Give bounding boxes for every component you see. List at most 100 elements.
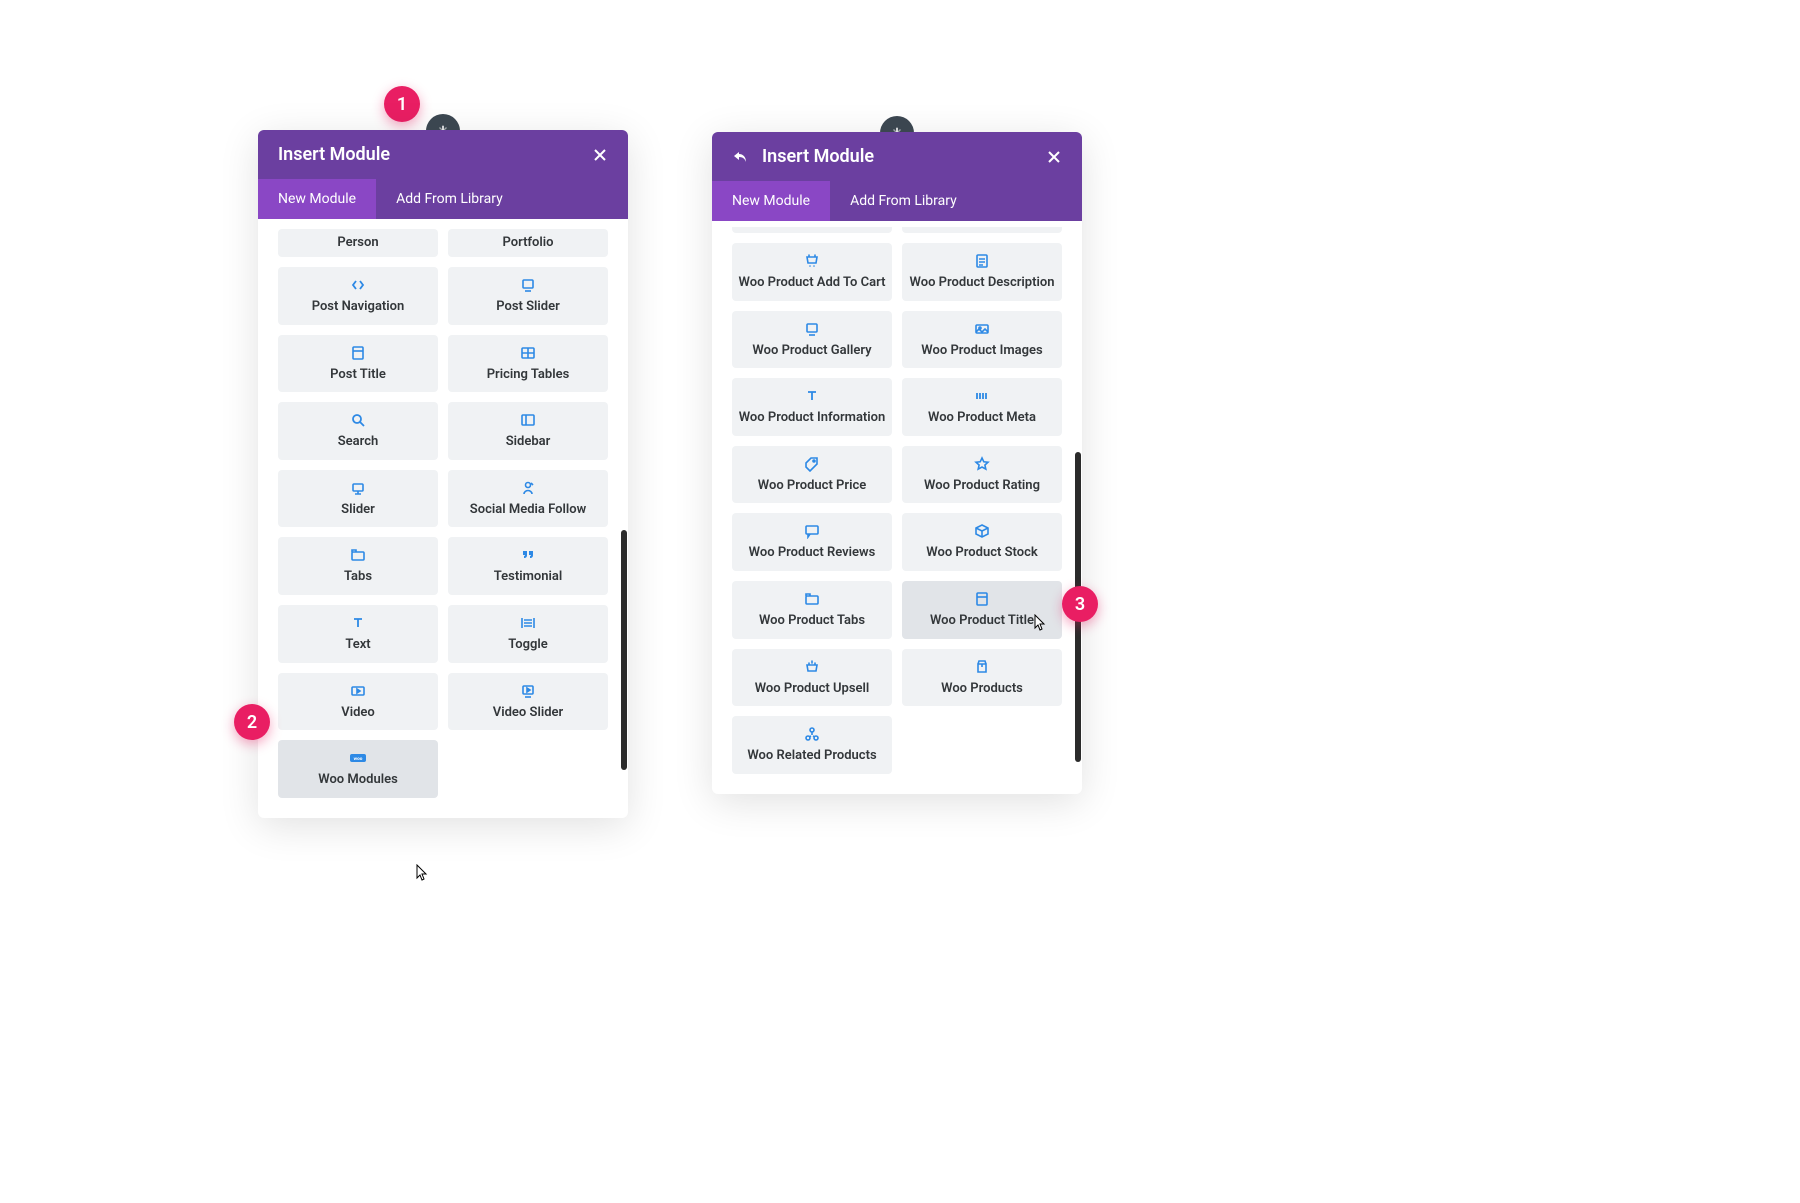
panel-header: Insert Module New Module Add From Librar… (258, 130, 628, 219)
module-text[interactable]: Text (278, 605, 438, 663)
module-woo-product-reviews[interactable]: Woo Product Reviews (732, 513, 892, 571)
module-search[interactable]: Search (278, 402, 438, 460)
module-woo-products[interactable]: Woo Products (902, 649, 1062, 707)
insert-module-panel-left: Insert Module New Module Add From Librar… (258, 130, 628, 818)
module-label: Tabs (344, 569, 372, 585)
module-grid: Person Portfolio Post Navigation Post Slide… (258, 219, 628, 818)
text-icon (350, 615, 366, 631)
sidebar-icon (520, 412, 536, 428)
module-post-title[interactable]: Post Title (278, 335, 438, 393)
module-label: Post Navigation (312, 299, 405, 315)
annotation-marker-3: 3 (1062, 586, 1098, 622)
module-label: Woo Product Information (739, 410, 886, 426)
panel-title: Insert Module (278, 144, 578, 165)
tab-add-from-library[interactable]: Add From Library (830, 181, 977, 221)
module-partial (732, 227, 892, 233)
price-icon (804, 456, 820, 472)
toggle-icon (520, 615, 536, 631)
module-woo-related-products[interactable]: Woo Related Products (732, 716, 892, 774)
tab-new-module[interactable]: New Module (712, 181, 830, 221)
module-partial (902, 227, 1062, 233)
close-button[interactable] (1046, 149, 1062, 165)
module-label: Woo Product Title (930, 613, 1034, 629)
search-icon (350, 412, 366, 428)
module-woo-product-rating[interactable]: Woo Product Rating (902, 446, 1062, 504)
svg-text:woo: woo (354, 757, 363, 762)
module-portfolio[interactable]: Portfolio (448, 229, 608, 257)
slide-icon (520, 277, 536, 293)
table-icon (520, 345, 536, 361)
module-pricing-tables[interactable]: Pricing Tables (448, 335, 608, 393)
module-label: Post Title (330, 367, 386, 383)
module-woo-product-description[interactable]: Woo Product Description (902, 243, 1062, 301)
module-video[interactable]: Video (278, 673, 438, 731)
module-woo-product-add-to-cart[interactable]: Woo Product Add To Cart (732, 243, 892, 301)
module-person[interactable]: Person (278, 229, 438, 257)
social-icon (520, 480, 536, 496)
tabs-icon (350, 547, 366, 563)
desc-icon (974, 253, 990, 269)
module-label: Text (345, 637, 370, 653)
module-post-slider[interactable]: Post Slider (448, 267, 608, 325)
module-label: Sidebar (506, 434, 551, 450)
nav-icon (350, 277, 366, 293)
module-label: Woo Product Gallery (752, 343, 871, 359)
annotation-marker-2: 2 (234, 704, 270, 740)
module-label: Woo Product Images (921, 343, 1042, 359)
module-toggle[interactable]: Toggle (448, 605, 608, 663)
module-label: Search (338, 434, 379, 450)
rating-icon (974, 456, 990, 472)
tabs: New Module Add From Library (258, 179, 628, 219)
module-label: Woo Product Description (910, 275, 1055, 291)
close-button[interactable] (592, 147, 608, 163)
module-testimonial[interactable]: Testimonial (448, 537, 608, 595)
module-label: Person (337, 235, 378, 251)
module-sidebar[interactable]: Sidebar (448, 402, 608, 460)
module-woo-product-gallery[interactable]: Woo Product Gallery (732, 311, 892, 369)
module-label: Post Slider (496, 299, 560, 315)
related-icon (804, 726, 820, 742)
module-label: Portfolio (502, 235, 553, 251)
module-label: Woo Product Tabs (759, 613, 865, 629)
woo-icon: woo (350, 750, 366, 766)
module-label: Woo Product Add To Cart (739, 275, 886, 291)
module-woo-product-information[interactable]: Woo Product Information (732, 378, 892, 436)
module-woo-product-images[interactable]: Woo Product Images (902, 311, 1062, 369)
module-woo-product-price[interactable]: Woo Product Price (732, 446, 892, 504)
module-post-navigation[interactable]: Post Navigation (278, 267, 438, 325)
module-woo-product-upsell[interactable]: Woo Product Upsell (732, 649, 892, 707)
module-label: Pricing Tables (487, 367, 570, 383)
annotation-marker-1: 1 (384, 86, 420, 122)
reviews-icon (804, 523, 820, 539)
module-video-slider[interactable]: Video Slider (448, 673, 608, 731)
module-woo-product-tabs[interactable]: Woo Product Tabs (732, 581, 892, 639)
module-woo-product-meta[interactable]: Woo Product Meta (902, 378, 1062, 436)
module-label: Woo Product Stock (926, 545, 1037, 561)
tab-new-module[interactable]: New Module (258, 179, 376, 219)
images-icon (974, 321, 990, 337)
module-label: Woo Modules (318, 772, 398, 788)
ptitle-icon (974, 591, 990, 607)
back-button[interactable] (732, 149, 748, 165)
panel-header: Insert Module New Module Add From Librar… (712, 132, 1082, 221)
module-slider[interactable]: Slider (278, 470, 438, 528)
gallery-icon (804, 321, 820, 337)
quote-icon (520, 547, 536, 563)
video-icon (350, 683, 366, 699)
insert-module-panel-right: Insert Module New Module Add From Librar… (712, 132, 1082, 794)
info-icon (804, 388, 820, 404)
module-social-media-follow[interactable]: Social Media Follow (448, 470, 608, 528)
module-label: Woo Product Reviews (749, 545, 876, 561)
module-label: Testimonial (494, 569, 562, 585)
scrollbar[interactable] (621, 530, 627, 770)
tab-add-from-library[interactable]: Add From Library (376, 179, 523, 219)
module-woo-modules[interactable]: woo Woo Modules (278, 740, 438, 798)
module-woo-product-stock[interactable]: Woo Product Stock (902, 513, 1062, 571)
module-label: Woo Related Products (747, 748, 876, 764)
module-label: Slider (341, 502, 375, 518)
module-label: Woo Product Meta (928, 410, 1036, 426)
ptabs-icon (804, 591, 820, 607)
module-tabs[interactable]: Tabs (278, 537, 438, 595)
title-icon (350, 345, 366, 361)
module-woo-product-title[interactable]: Woo Product Title (902, 581, 1062, 639)
